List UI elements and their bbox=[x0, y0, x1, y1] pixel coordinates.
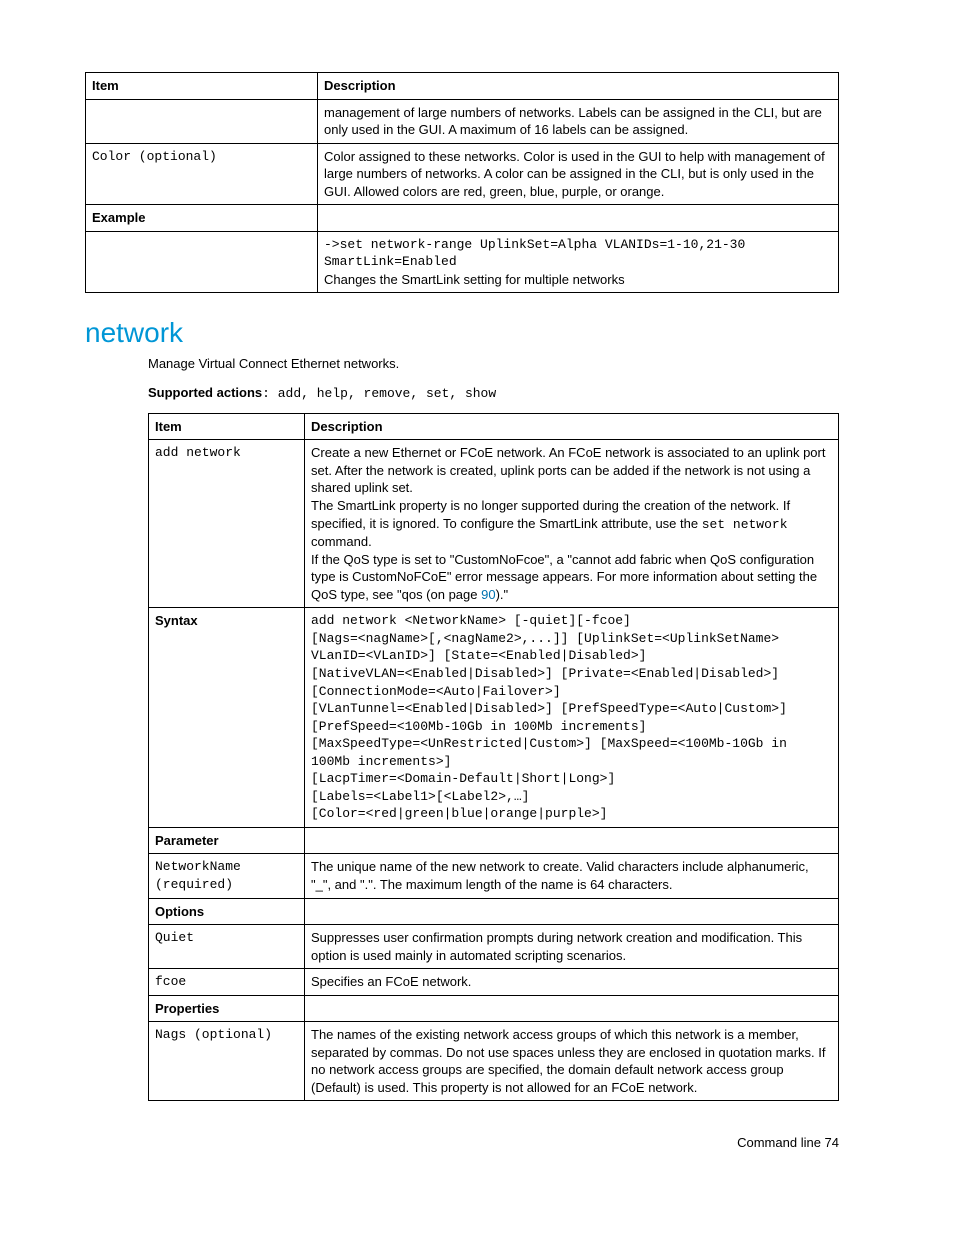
table-header-row: Item Description bbox=[86, 73, 839, 100]
example-text: Changes the SmartLink setting for multip… bbox=[324, 272, 625, 287]
intro-text: Manage Virtual Connect Ethernet networks… bbox=[148, 355, 839, 373]
table-row: ->set network-range UplinkSet=Alpha VLAN… bbox=[86, 231, 839, 293]
cell-desc: Specifies an FCoE network. bbox=[305, 969, 839, 996]
section-heading-network: network bbox=[85, 317, 839, 349]
cell-desc: The unique name of the new network to cr… bbox=[305, 854, 839, 898]
col-description: Description bbox=[318, 73, 839, 100]
cell-item: Nags (optional) bbox=[149, 1022, 305, 1101]
table-row: Quiet Suppresses user confirmation promp… bbox=[149, 925, 839, 969]
table-row-options-header: Options bbox=[149, 898, 839, 925]
col-item: Item bbox=[149, 413, 305, 440]
cell-item: fcoe bbox=[149, 969, 305, 996]
cell-item: NetworkName (required) bbox=[149, 854, 305, 898]
table-row: add network Create a new Ethernet or FCo… bbox=[149, 440, 839, 608]
cell-desc: Suppresses user confirmation prompts dur… bbox=[305, 925, 839, 969]
col-item: Item bbox=[86, 73, 318, 100]
cell-item: Color (optional) bbox=[86, 143, 318, 205]
section-body: Manage Virtual Connect Ethernet networks… bbox=[148, 355, 839, 1101]
cell-desc: Create a new Ethernet or FCoE network. A… bbox=[305, 440, 839, 608]
col-description: Description bbox=[305, 413, 839, 440]
page-footer: Command line 74 bbox=[85, 1135, 839, 1150]
table-row: Nags (optional) The names of the existin… bbox=[149, 1022, 839, 1101]
cell-desc: Color assigned to these networks. Color … bbox=[318, 143, 839, 205]
page: Item Description management of large num… bbox=[0, 0, 954, 1190]
table-row-properties-header: Properties bbox=[149, 995, 839, 1022]
table-row: Syntax add network <NetworkName> [-quiet… bbox=[149, 608, 839, 828]
syntax-label: Syntax bbox=[149, 608, 305, 828]
supported-actions: Supported actions: add, help, remove, se… bbox=[148, 384, 839, 403]
example-code: ->set network-range UplinkSet=Alpha VLAN… bbox=[324, 236, 832, 271]
cell-item: add network bbox=[149, 440, 305, 608]
example-label: Example bbox=[86, 205, 318, 232]
cell-desc: management of large numbers of networks.… bbox=[318, 99, 839, 143]
table-row-example-header: Example bbox=[86, 205, 839, 232]
table-header-row: Item Description bbox=[149, 413, 839, 440]
table-color-example: Item Description management of large num… bbox=[85, 72, 839, 293]
table-row: Color (optional) Color assigned to these… bbox=[86, 143, 839, 205]
table-add-network: Item Description add network Create a ne… bbox=[148, 413, 839, 1102]
table-row: management of large numbers of networks.… bbox=[86, 99, 839, 143]
syntax-code: add network <NetworkName> [-quiet][-fcoe… bbox=[305, 608, 839, 828]
page-link-90[interactable]: 90 bbox=[481, 587, 495, 602]
table-row-parameter-header: Parameter bbox=[149, 827, 839, 854]
supported-label: Supported actions bbox=[148, 385, 262, 400]
table-row: fcoe Specifies an FCoE network. bbox=[149, 969, 839, 996]
cell-item: Quiet bbox=[149, 925, 305, 969]
cell-desc: The names of the existing network access… bbox=[305, 1022, 839, 1101]
table-row: NetworkName (required) The unique name o… bbox=[149, 854, 839, 898]
supported-value: : add, help, remove, set, show bbox=[262, 386, 496, 401]
example-cell: ->set network-range UplinkSet=Alpha VLAN… bbox=[318, 231, 839, 293]
